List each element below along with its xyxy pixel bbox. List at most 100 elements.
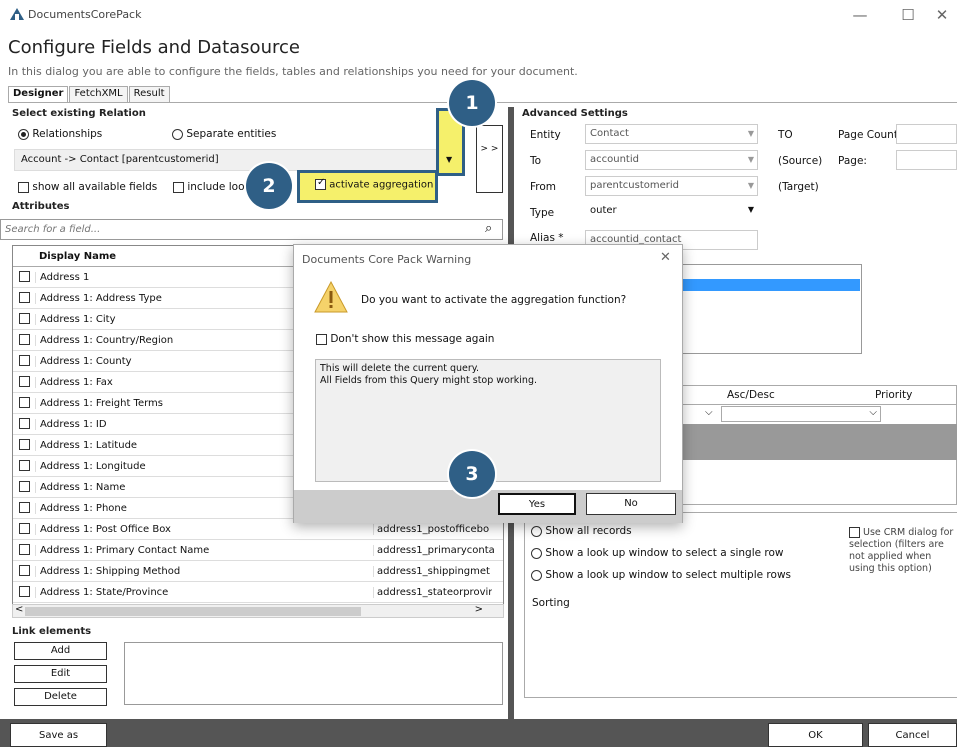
scroll-thumb[interactable] [25, 607, 361, 616]
close-button[interactable]: ✕ [927, 4, 957, 26]
checkbox-icon[interactable] [18, 271, 30, 283]
checked-checkbox-icon: ✓ [315, 177, 326, 190]
page-count-select[interactable] [896, 124, 957, 144]
detail-line: All Fields from this Query might stop wo… [320, 375, 537, 386]
to-select[interactable]: accountid ▼ [585, 150, 758, 170]
cell-display-name: Address 1: Post Office Box [35, 523, 373, 535]
search-input[interactable] [0, 219, 503, 240]
radio-label: Show a look up window to select a single… [545, 547, 784, 559]
to-value: accountid [590, 154, 639, 165]
checkbox-icon[interactable] [18, 292, 30, 304]
delete-button[interactable]: Delete [14, 688, 107, 706]
radio-multiple-rows[interactable]: Show a look up window to select multiple… [531, 569, 791, 581]
checkbox-icon[interactable] [18, 502, 30, 514]
checkbox-icon[interactable] [18, 523, 30, 535]
table-row[interactable]: Address 1: Shipping Method address1_shipp… [13, 561, 503, 582]
activate-aggregation-checkbox[interactable]: ✓ activate aggregation [297, 170, 438, 203]
target-caption: (Target) [778, 181, 819, 193]
radio-all-records[interactable]: Show all records [531, 525, 632, 537]
entity-select[interactable]: Contact ▼ [585, 124, 758, 144]
checkbox-icon[interactable] [18, 460, 30, 472]
records-panel: Show all records Show a look up window t… [524, 512, 957, 698]
arrow-button[interactable]: > > [476, 125, 503, 193]
dialog-title: Documents Core Pack Warning [302, 253, 472, 266]
add-button[interactable]: Add [14, 642, 107, 660]
checkbox-icon[interactable] [18, 544, 30, 556]
save-as-button[interactable]: Save as [10, 723, 107, 747]
selected-list-item[interactable] [681, 279, 860, 291]
scroll-left-icon[interactable]: < [15, 604, 23, 615]
radio-relationships[interactable]: Relationships [18, 128, 102, 140]
cell-field-name: address1_postofficebo [373, 523, 489, 535]
checkbox-icon [173, 181, 184, 193]
entity-label: Entity [530, 129, 561, 141]
tab-result[interactable]: Result [128, 86, 170, 102]
no-button[interactable]: No [586, 493, 676, 515]
type-select[interactable]: outer ▼ [590, 205, 758, 216]
sort-fields-list[interactable] [680, 264, 862, 354]
relation-select[interactable]: Account -> Contact [parentcustomerid] [14, 149, 461, 171]
dropdown-arrow-icon: ▼ [747, 129, 754, 138]
cell-display-name: Address 1: Shipping Method [35, 565, 373, 577]
table-row[interactable]: Address 1: Primary Contact Name address1_… [13, 540, 503, 561]
checkbox-icon[interactable] [18, 586, 30, 598]
dropdown-arrow-icon: ▼ [747, 155, 754, 164]
from-select[interactable]: parentcustomerid ▼ [585, 176, 758, 196]
radio-label: Relationships [32, 128, 103, 140]
page-count-label: Page Count: [838, 129, 902, 141]
checkbox-label: Use CRM dialog for selection (filters ar… [849, 527, 954, 574]
dont-show-checkbox[interactable]: Don't show this message again [316, 333, 494, 345]
from-label: From [530, 181, 557, 193]
checkbox-icon[interactable] [18, 481, 30, 493]
maximize-button[interactable]: ☐ [893, 4, 923, 26]
show-all-checkbox[interactable]: show all available fields [18, 181, 157, 193]
dialog-close-icon[interactable]: ✕ [660, 250, 671, 265]
step-badge-3: 3 [449, 451, 495, 497]
cancel-button[interactable]: Cancel [868, 723, 957, 747]
checkbox-icon[interactable] [18, 313, 30, 325]
radio-separate[interactable]: Separate entities [172, 128, 276, 140]
checkbox-icon [316, 333, 327, 345]
chevron-down-icon[interactable]: ⌵ [705, 407, 713, 418]
checkbox-icon [849, 527, 860, 538]
page-label: Page: [838, 155, 867, 167]
checkbox-label: show all available fields [32, 181, 158, 193]
yes-button[interactable]: Yes [498, 493, 576, 515]
checkbox-icon[interactable] [18, 439, 30, 451]
scroll-right-icon[interactable]: > [475, 604, 483, 615]
link-list[interactable] [124, 642, 503, 705]
page-select[interactable] [896, 150, 957, 170]
tab-fetchxml[interactable]: FetchXML [69, 86, 128, 102]
tab-bar: Designer FetchXML Result [8, 86, 171, 102]
checkbox-icon[interactable] [18, 355, 30, 367]
sorting-label: Sorting [532, 597, 570, 609]
alias-label: Alias * [530, 232, 564, 244]
minimize-button[interactable]: — [845, 4, 875, 26]
edit-button[interactable]: Edit [14, 665, 107, 683]
radio-label: Show all records [545, 525, 632, 537]
crm-dialog-checkbox[interactable]: Use CRM dialog for selection (filters ar… [849, 527, 957, 575]
asc-desc-select[interactable]: ⌵ [721, 406, 881, 422]
table-row[interactable]: Address 1: State/Province address1_stateo… [13, 582, 503, 603]
to-label: To [530, 155, 542, 167]
checkbox-icon[interactable] [18, 334, 30, 346]
entity-value: Contact [590, 128, 629, 139]
radio-on-icon [18, 128, 29, 140]
checkbox-icon[interactable] [18, 418, 30, 430]
radio-single-row[interactable]: Show a look up window to select a single… [531, 547, 784, 559]
checkbox-icon[interactable] [18, 565, 30, 577]
dialog-button-bar: Yes No [294, 490, 682, 523]
ok-button[interactable]: OK [768, 723, 863, 747]
step-badge-1: 1 [449, 80, 495, 126]
checkbox-icon[interactable] [18, 376, 30, 388]
dropdown-arrow-icon: ▼ [747, 205, 754, 214]
dropdown-arrow-icon: ▼ [747, 181, 754, 190]
horizontal-scrollbar[interactable]: < > [12, 604, 504, 618]
app-logo-icon [10, 8, 24, 20]
type-value: outer [590, 205, 617, 216]
detail-line: This will delete the current query. [320, 363, 480, 374]
checkbox-icon[interactable] [18, 397, 30, 409]
search-icon[interactable]: ⌕ [485, 221, 492, 236]
tab-designer[interactable]: Designer [8, 86, 69, 102]
radio-off-icon [531, 547, 542, 559]
